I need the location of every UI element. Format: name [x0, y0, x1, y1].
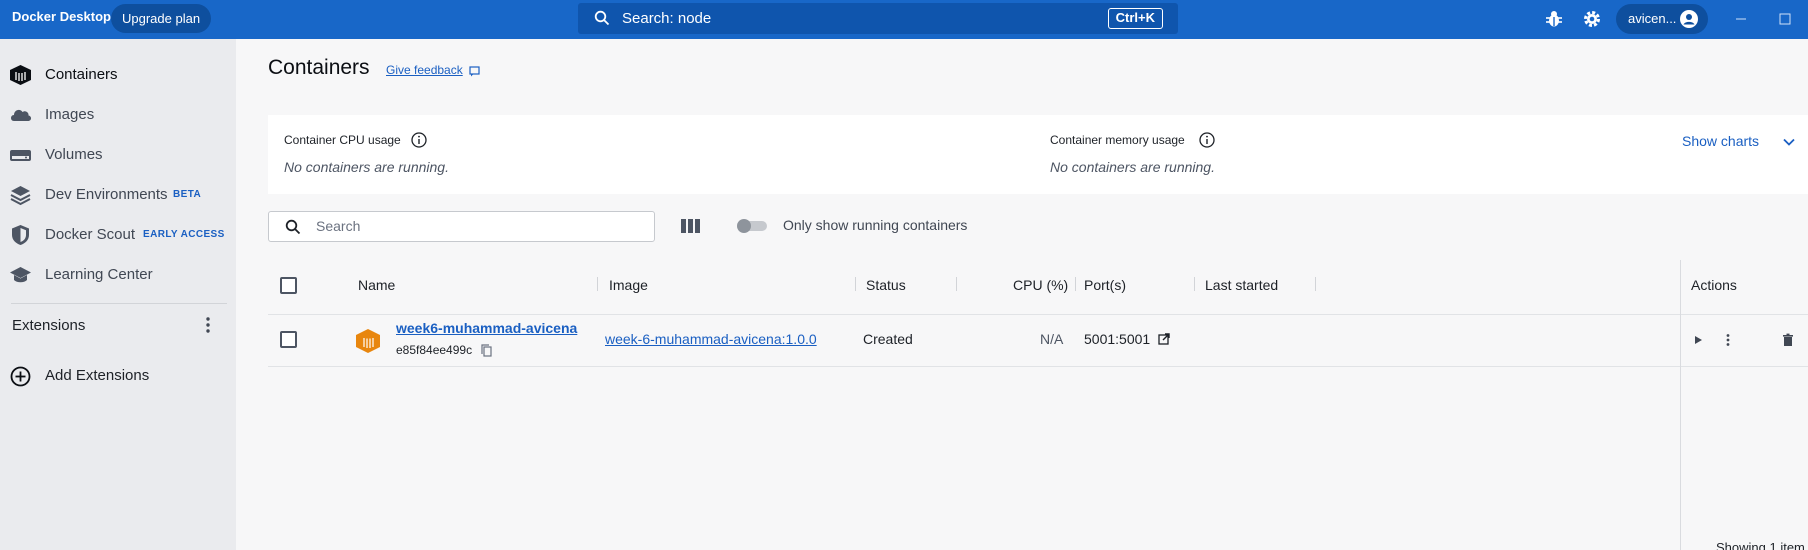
sidebar-item-learning-center[interactable]: Learning Center [0, 257, 236, 293]
global-search[interactable]: Search: node Ctrl+K [578, 3, 1178, 34]
graduation-cap-icon [10, 267, 31, 283]
search-placeholder: Search [316, 218, 361, 234]
sidebar-item-label: Volumes [45, 146, 103, 163]
row-divider [268, 366, 1808, 367]
column-header-last-started[interactable]: Last started [1205, 277, 1278, 293]
container-cpu: N/A [1040, 331, 1064, 347]
column-divider [855, 277, 856, 291]
containers-icon [10, 65, 31, 85]
app-name: Docker Desktop [12, 9, 111, 24]
volumes-icon [10, 150, 31, 161]
container-icon [356, 329, 380, 353]
account-name: avicen... [1628, 11, 1677, 26]
sidebar-item-volumes[interactable]: Volumes [0, 137, 236, 173]
column-divider [1075, 277, 1076, 291]
start-play-icon[interactable] [1690, 332, 1706, 348]
sidebar-item-dev-environments[interactable]: Dev Environments BETA [0, 177, 236, 213]
search-shortcut: Ctrl+K [1107, 8, 1163, 29]
search-icon [594, 10, 610, 26]
title-bar: Docker Desktop Upgrade plan Search: node… [0, 0, 1808, 39]
column-divider [956, 277, 957, 291]
shield-icon [12, 225, 29, 245]
delete-trash-icon[interactable] [1780, 332, 1796, 348]
column-header-image[interactable]: Image [609, 277, 648, 293]
more-options-icon[interactable] [1720, 332, 1736, 348]
search-text: Search: node [622, 10, 712, 27]
copy-icon[interactable] [481, 344, 492, 357]
sidebar-item-label: Containers [45, 66, 118, 83]
add-extensions-button[interactable]: Add Extensions [0, 358, 236, 394]
sidebar-item-containers[interactable]: Containers [0, 57, 236, 93]
column-header-cpu[interactable]: CPU (%) [1013, 277, 1068, 293]
early-access-badge: EARLY ACCESS [143, 229, 225, 240]
sidebar: Containers Images Volumes Dev Environmen… [0, 39, 236, 550]
container-id: e85f84ee499c [396, 343, 473, 357]
extensions-menu-icon[interactable] [200, 315, 216, 335]
column-header-status[interactable]: Status [866, 277, 906, 293]
dev-environments-icon [10, 186, 31, 206]
running-only-toggle[interactable] [737, 219, 769, 233]
avatar-icon [1680, 10, 1698, 28]
running-only-label: Only show running containers [783, 217, 968, 233]
page-title: Containers [268, 56, 370, 79]
select-all-checkbox[interactable] [280, 277, 297, 294]
show-charts-button[interactable]: Show charts [1682, 133, 1759, 149]
upgrade-plan-button[interactable]: Upgrade plan [111, 4, 212, 33]
column-header-name[interactable]: Name [358, 277, 395, 293]
sidebar-item-docker-scout[interactable]: Docker Scout EARLY ACCESS [0, 217, 236, 253]
columns-icon[interactable] [681, 218, 700, 234]
sidebar-item-label: Docker Scout [45, 226, 136, 243]
column-divider [1315, 277, 1316, 291]
add-circle-icon [10, 366, 31, 387]
cpu-usage-title: Container CPU usage [284, 133, 401, 147]
header-divider [1681, 314, 1808, 315]
cpu-usage-status: No containers are running. [284, 159, 449, 175]
chevron-down-icon[interactable] [1782, 135, 1796, 149]
images-cloud-icon [11, 109, 32, 121]
maximize-icon[interactable] [1775, 9, 1795, 29]
container-ports-link[interactable]: 5001:5001 [1084, 331, 1150, 347]
row-checkbox[interactable] [280, 331, 297, 348]
results-count: Showing 1 item [1716, 540, 1805, 550]
sidebar-item-label: Images [45, 106, 95, 123]
container-status: Created [863, 331, 913, 347]
column-header-actions: Actions [1691, 277, 1737, 293]
account-menu[interactable]: avicen... [1616, 4, 1708, 34]
row-divider [1681, 366, 1808, 367]
sidebar-divider [11, 303, 227, 304]
memory-usage-status: No containers are running. [1050, 159, 1215, 175]
sidebar-item-images[interactable]: Images [0, 97, 236, 133]
memory-usage-title: Container memory usage [1050, 133, 1185, 147]
extensions-heading: Extensions [12, 317, 86, 334]
container-search-input[interactable]: Search [268, 211, 655, 242]
info-icon[interactable] [411, 132, 427, 148]
container-name-link[interactable]: week6-muhammad-avicena [396, 320, 577, 336]
bug-icon[interactable] [1544, 9, 1564, 29]
column-divider [597, 277, 598, 291]
column-divider [1194, 277, 1195, 291]
minimize-icon[interactable] [1731, 9, 1751, 29]
stats-card: Container CPU usage No containers are ru… [268, 115, 1808, 194]
header-divider [268, 314, 1808, 315]
column-header-ports[interactable]: Port(s) [1084, 277, 1126, 293]
beta-badge: BETA [173, 189, 202, 200]
containers-table: Name Image Status CPU (%) Port(s) Last s… [268, 260, 1808, 550]
add-extensions-label: Add Extensions [45, 367, 150, 384]
settings-gear-icon[interactable] [1582, 9, 1602, 29]
sidebar-item-label: Learning Center [45, 266, 153, 283]
actions-column: Actions [1680, 260, 1808, 550]
external-link-icon[interactable] [1158, 333, 1170, 345]
feedback-icon [469, 66, 480, 77]
search-icon [285, 219, 301, 235]
give-feedback-link[interactable]: Give feedback [386, 63, 463, 77]
sidebar-item-label: Dev Environments [45, 186, 168, 203]
info-icon[interactable] [1199, 132, 1215, 148]
container-image-link[interactable]: week-6-muhammad-avicena:1.0.0 [605, 331, 817, 347]
